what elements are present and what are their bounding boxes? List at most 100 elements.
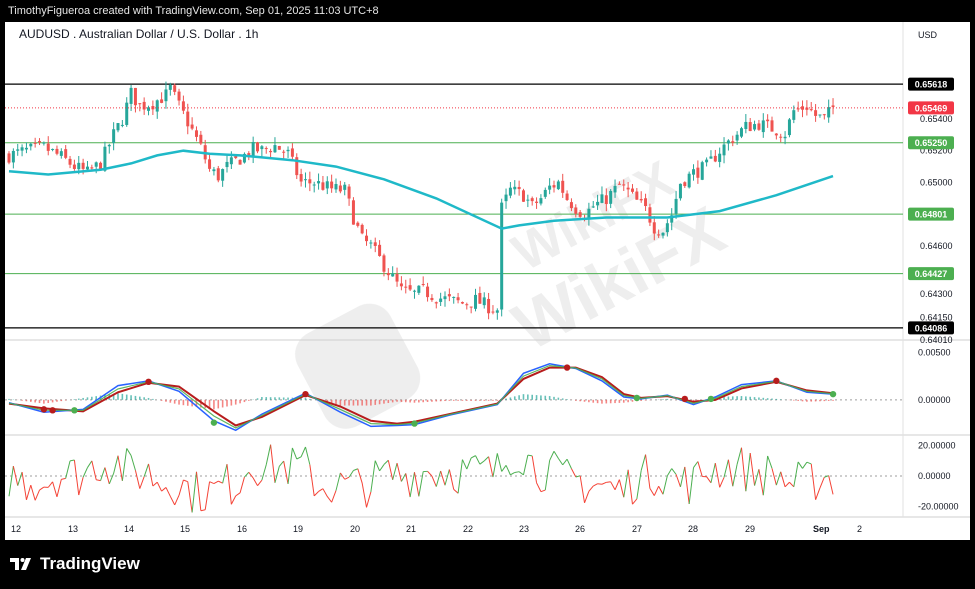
candle-body — [683, 182, 687, 187]
candle-body — [552, 185, 556, 188]
candle-body — [365, 235, 369, 242]
candle-body — [399, 283, 403, 287]
candle-body — [495, 310, 499, 313]
chart-title: AUDUSD . Australian Dollar / U.S. Dollar… — [19, 27, 258, 41]
candle-body — [596, 201, 600, 206]
candle-body — [90, 167, 94, 169]
macd-cross-marker-up — [210, 419, 218, 426]
time-tick-16: 16 — [237, 524, 247, 534]
candle-body — [42, 142, 46, 144]
candle-body — [103, 146, 107, 171]
candle-body — [617, 183, 621, 185]
time-tick-19: 19 — [293, 524, 303, 534]
candle-body — [718, 153, 722, 162]
candle-body — [164, 89, 168, 102]
candle-body — [774, 133, 778, 136]
candle-body — [273, 145, 277, 153]
candle-body — [452, 296, 456, 298]
candle-body — [487, 298, 491, 314]
chart-svg[interactable]: WikiFX WikiFX AUDUSD . Australian Dollar… — [5, 22, 970, 540]
candle-body — [129, 87, 133, 104]
candle-body — [613, 185, 617, 193]
candle-body — [190, 124, 194, 129]
time-tick-22: 22 — [463, 524, 473, 534]
macd-cross-marker-down — [681, 395, 688, 403]
candle-body — [556, 181, 560, 190]
candle-body — [578, 212, 582, 217]
screenshot-root: TimothyFigueroa created with TradingView… — [0, 0, 975, 589]
candle-body — [818, 114, 822, 116]
macd-cross-marker-down — [40, 406, 48, 413]
candle-body — [269, 150, 273, 153]
candle-body — [766, 119, 770, 122]
attribution-text: TimothyFigueroa created with TradingView… — [8, 5, 379, 17]
candle-body — [351, 200, 355, 225]
candle-body — [770, 120, 774, 132]
candle-body — [630, 188, 634, 192]
level-label-0.65618: 0.65618 — [915, 80, 948, 90]
osc-line-segment — [597, 483, 603, 485]
time-tick-23: 23 — [519, 524, 529, 534]
tradingview-icon — [10, 558, 31, 570]
osc-line-segment — [606, 481, 611, 483]
candle-body — [539, 198, 543, 204]
candle-body — [713, 155, 717, 162]
candle-body — [168, 84, 172, 90]
candle-body — [591, 206, 595, 208]
candle-body — [330, 181, 334, 189]
macd-cross-marker-down — [773, 377, 780, 385]
candle-body — [469, 306, 473, 308]
level-label-0.65250: 0.65250 — [915, 138, 948, 148]
time-tick-27: 27 — [632, 524, 642, 534]
candle-body — [478, 292, 482, 304]
candle-body — [334, 184, 338, 190]
candle-body — [600, 194, 604, 203]
candle-body — [792, 110, 796, 120]
candle-body — [81, 162, 85, 169]
brand-name: TradingView — [40, 554, 140, 573]
level-label-0.64427: 0.64427 — [915, 269, 948, 279]
candle-body — [251, 141, 255, 157]
candle-body — [347, 186, 351, 199]
candle-body — [809, 109, 813, 111]
candle-body — [735, 134, 739, 141]
candle-body — [783, 136, 787, 139]
candle-body — [739, 128, 743, 137]
time-tick-13: 13 — [68, 524, 78, 534]
candle-body — [173, 85, 177, 92]
candle-body — [731, 141, 735, 143]
candle-body — [356, 222, 360, 226]
candle-body — [779, 136, 783, 138]
macd-cross-marker-up — [411, 420, 418, 427]
time-tick-29: 29 — [745, 524, 755, 534]
candle-body — [412, 290, 416, 292]
candle-body — [491, 311, 495, 313]
candle-body — [59, 151, 63, 156]
candle-body — [194, 130, 198, 137]
candle-body — [421, 283, 425, 285]
current-price-label: 0.65469 — [915, 103, 948, 113]
candle-body — [709, 156, 713, 159]
candle-body — [77, 162, 81, 170]
tradingview-logo[interactable]: TradingView — [10, 554, 140, 574]
time-tick-20: 20 — [350, 524, 360, 534]
footer-bar: TradingView — [0, 540, 975, 589]
candle-body — [133, 87, 137, 106]
candle-body — [155, 100, 159, 112]
candle-body — [29, 143, 33, 147]
candle-body — [609, 190, 613, 204]
time-tick-12: 12 — [11, 524, 21, 534]
candle-body — [753, 124, 757, 130]
attribution-bar: TimothyFigueroa created with TradingView… — [0, 0, 975, 22]
candle-body — [373, 242, 377, 246]
candle-body — [543, 189, 547, 197]
candle-body — [814, 110, 818, 116]
candle-body — [652, 222, 656, 234]
chart-area[interactable]: WikiFX WikiFX AUDUSD . Australian Dollar… — [5, 22, 970, 540]
candle-body — [665, 223, 669, 233]
candle-body — [569, 202, 573, 209]
macd-cross-marker-up — [633, 394, 641, 402]
candle-body — [120, 124, 124, 126]
osc-tick-1: 0.00000 — [918, 471, 951, 481]
macd-cross-marker-up — [71, 407, 78, 414]
